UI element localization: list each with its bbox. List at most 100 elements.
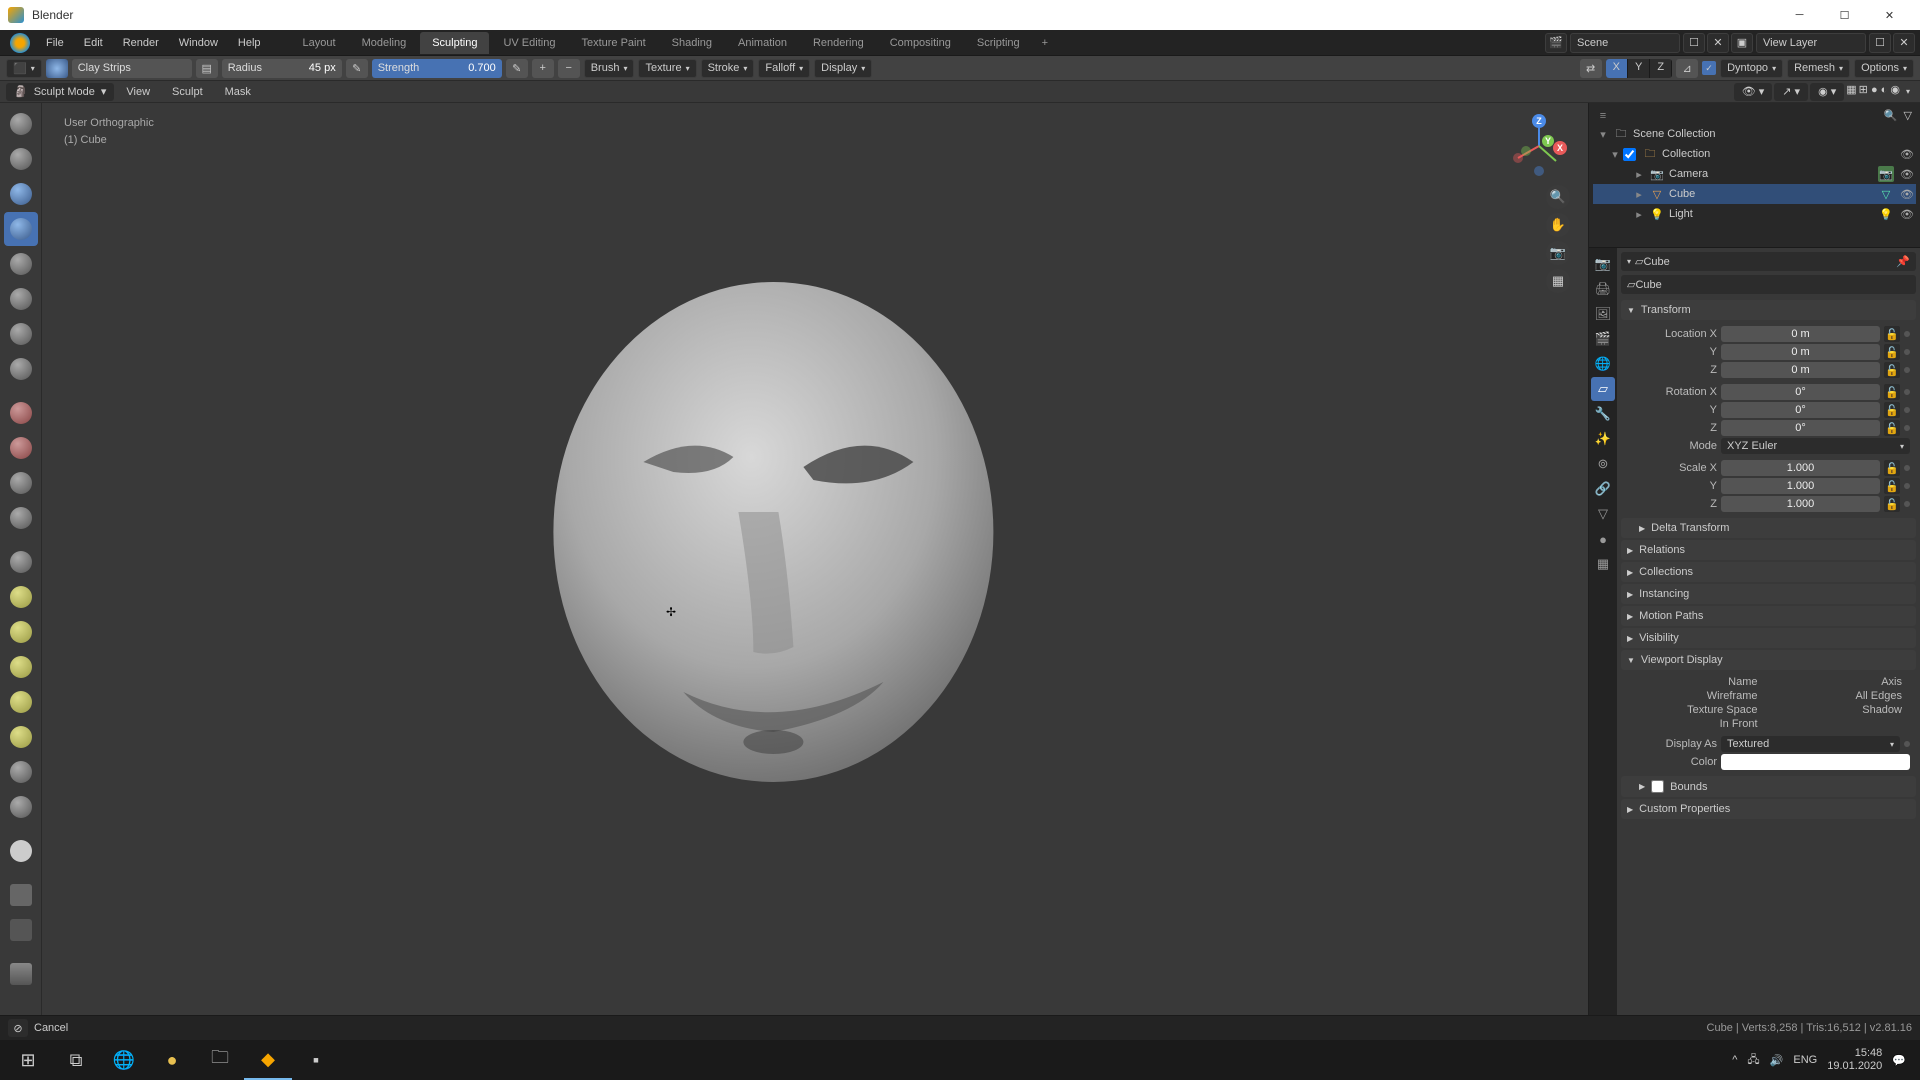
prop-tab-render[interactable]: 📷 <box>1591 252 1615 276</box>
prop-tab-texture[interactable]: ▦ <box>1591 552 1615 576</box>
section-instancing[interactable]: ▶Instancing <box>1621 584 1916 604</box>
scene-selector[interactable]: Scene <box>1570 33 1680 53</box>
collection-enable-checkbox[interactable] <box>1623 148 1636 161</box>
prop-tab-world[interactable]: 🌐 <box>1591 352 1615 376</box>
section-collections[interactable]: ▶Collections <box>1621 562 1916 582</box>
navigation-gizmo[interactable]: Z X Y <box>1506 113 1572 179</box>
zoom-button[interactable]: 🔍 <box>1546 185 1570 209</box>
pan-button[interactable]: ✋ <box>1546 213 1570 237</box>
visibility-toggle[interactable]: 👁 <box>1898 208 1916 221</box>
strength-pressure-toggle[interactable]: ✎ <box>506 59 528 78</box>
visibility-toggle[interactable]: 👁 <box>1898 168 1916 181</box>
tray-network-icon[interactable]: 🖧 <box>1747 1051 1759 1070</box>
menu-sculpt[interactable]: Sculpt <box>162 83 213 101</box>
outliner-scene-collection[interactable]: ▾🗀Scene Collection <box>1593 124 1916 144</box>
editor-type-dropdown[interactable]: ⬛▾ <box>6 59 42 78</box>
tray-volume-icon[interactable]: 🔊 <box>1770 1054 1784 1067</box>
tool-nudge[interactable] <box>4 755 38 789</box>
tool-snake-hook[interactable] <box>4 650 38 684</box>
outliner-item-light[interactable]: ▸💡Light💡 👁 <box>1593 204 1916 224</box>
tool-rotate[interactable] <box>4 790 38 824</box>
prop-tab-output[interactable]: 🖨 <box>1591 277 1615 301</box>
xray-toggle[interactable]: ▦ <box>1846 83 1856 101</box>
prop-tab-material[interactable]: ● <box>1591 527 1615 551</box>
taskbar-app-icon[interactable]: ▪ <box>292 1040 340 1080</box>
lock-icon[interactable]: 🔓 <box>1884 326 1900 342</box>
outliner-type-icon[interactable]: ≡ <box>1597 110 1609 122</box>
brush-selector[interactable]: Clay Strips <box>72 59 192 78</box>
task-view-button[interactable]: ⧉ <box>52 1040 100 1080</box>
taskbar-chrome-icon[interactable]: ● <box>148 1040 196 1080</box>
falloff-dropdown[interactable]: Falloff▾ <box>758 59 810 78</box>
layer-new-button[interactable]: ☐ <box>1869 33 1891 53</box>
perspective-button[interactable]: ▦ <box>1546 269 1570 293</box>
menu-help[interactable]: Help <box>228 32 271 54</box>
section-viewport-display[interactable]: ▼Viewport Display <box>1621 650 1916 670</box>
tool-thumb[interactable] <box>4 685 38 719</box>
section-motion-paths[interactable]: ▶Motion Paths <box>1621 606 1916 626</box>
menu-mask[interactable]: Mask <box>215 83 261 101</box>
shading-wireframe[interactable]: ⊞ <box>1859 84 1868 96</box>
tool-inflate[interactable] <box>4 282 38 316</box>
view-object-types[interactable]: 👁 ▾ <box>1734 83 1773 101</box>
tray-language[interactable]: ENG <box>1793 1054 1817 1066</box>
dyntopo-checkbox[interactable]: ✓ <box>1702 61 1716 75</box>
outliner-item-camera[interactable]: ▸📷Camera📷 👁 <box>1593 164 1916 184</box>
tab-add[interactable]: + <box>1034 32 1056 54</box>
minimize-button[interactable]: ─ <box>1777 0 1822 30</box>
tab-sculpting[interactable]: Sculpting <box>420 32 489 54</box>
section-relations[interactable]: ▶Relations <box>1621 540 1916 560</box>
section-bounds[interactable]: ▶Bounds <box>1621 776 1916 797</box>
visibility-toggle[interactable]: 👁 <box>1898 148 1916 161</box>
tool-box-mask[interactable] <box>4 913 38 947</box>
menu-render[interactable]: Render <box>113 32 169 54</box>
remesh-dropdown[interactable]: Remesh▾ <box>1787 59 1850 78</box>
dyntopo-dropdown[interactable]: Dyntopo▾ <box>1720 59 1783 78</box>
scale-y-field[interactable]: 1.000 <box>1721 478 1880 494</box>
layer-delete-button[interactable]: ✕ <box>1893 33 1915 53</box>
mirror-z[interactable]: Z <box>1650 59 1672 78</box>
mirror-extra-icon[interactable]: ⊿ <box>1676 59 1698 78</box>
scale-z-field[interactable]: 1.000 <box>1721 496 1880 512</box>
tray-chevron-icon[interactable]: ^ <box>1732 1054 1737 1066</box>
direction-add-button[interactable]: + <box>532 59 554 78</box>
tab-modeling[interactable]: Modeling <box>350 32 419 54</box>
menu-file[interactable]: File <box>36 32 74 54</box>
menu-window[interactable]: Window <box>169 32 228 54</box>
tab-texture-paint[interactable]: Texture Paint <box>569 32 657 54</box>
direction-sub-button[interactable]: − <box>558 59 580 78</box>
tool-elastic[interactable] <box>4 615 38 649</box>
shading-options-dropdown[interactable]: ▾ <box>1902 87 1914 96</box>
section-delta-transform[interactable]: ▶Delta Transform <box>1621 518 1916 538</box>
tool-clay-strips-alt[interactable] <box>4 177 38 211</box>
options-dropdown[interactable]: Options▾ <box>1854 59 1914 78</box>
breadcrumb-dropdown[interactable]: ▾ <box>1627 257 1631 266</box>
tab-compositing[interactable]: Compositing <box>878 32 963 54</box>
bounds-enable-checkbox[interactable] <box>1651 780 1664 793</box>
tab-animation[interactable]: Animation <box>726 32 799 54</box>
taskbar-browser-icon[interactable]: 🌐 <box>100 1040 148 1080</box>
section-visibility[interactable]: ▶Visibility <box>1621 628 1916 648</box>
prop-tab-modifiers[interactable]: 🔧 <box>1591 402 1615 426</box>
maximize-button[interactable]: ☐ <box>1822 0 1867 30</box>
rotation-mode-select[interactable]: XYZ Euler▾ <box>1721 438 1910 454</box>
strength-field[interactable]: Strength0.700 <box>372 59 502 78</box>
object-name-field[interactable]: ▱ Cube <box>1621 275 1916 294</box>
prop-tab-particles[interactable]: ✨ <box>1591 427 1615 451</box>
outliner-collection[interactable]: ▾🗀Collection 👁 <box>1593 144 1916 164</box>
taskbar-explorer-icon[interactable]: 🗀 <box>196 1040 244 1080</box>
overlay-dropdown[interactable]: ◉ ▾ <box>1810 83 1844 101</box>
rotation-y-field[interactable]: 0° <box>1721 402 1880 418</box>
blender-icon[interactable] <box>10 33 30 53</box>
shading-lookdev[interactable]: ◐ <box>1881 84 1888 96</box>
display-dropdown[interactable]: Display▾ <box>814 59 872 78</box>
3d-viewport[interactable]: User Orthographic (1) Cube ✢ Z <box>42 103 1588 1015</box>
brush-preview-icon[interactable] <box>46 59 68 78</box>
scene-delete-button[interactable]: ✕ <box>1707 33 1729 53</box>
outliner-filter-icon[interactable]: 🔍 <box>1884 109 1898 122</box>
tab-uv-editing[interactable]: UV Editing <box>491 32 567 54</box>
mirror-x[interactable]: X <box>1606 59 1628 78</box>
layer-icon[interactable]: ▣ <box>1731 33 1753 53</box>
brush-shortcuts-icon[interactable]: ▤ <box>196 59 218 78</box>
location-y-field[interactable]: 0 m <box>1721 344 1880 360</box>
